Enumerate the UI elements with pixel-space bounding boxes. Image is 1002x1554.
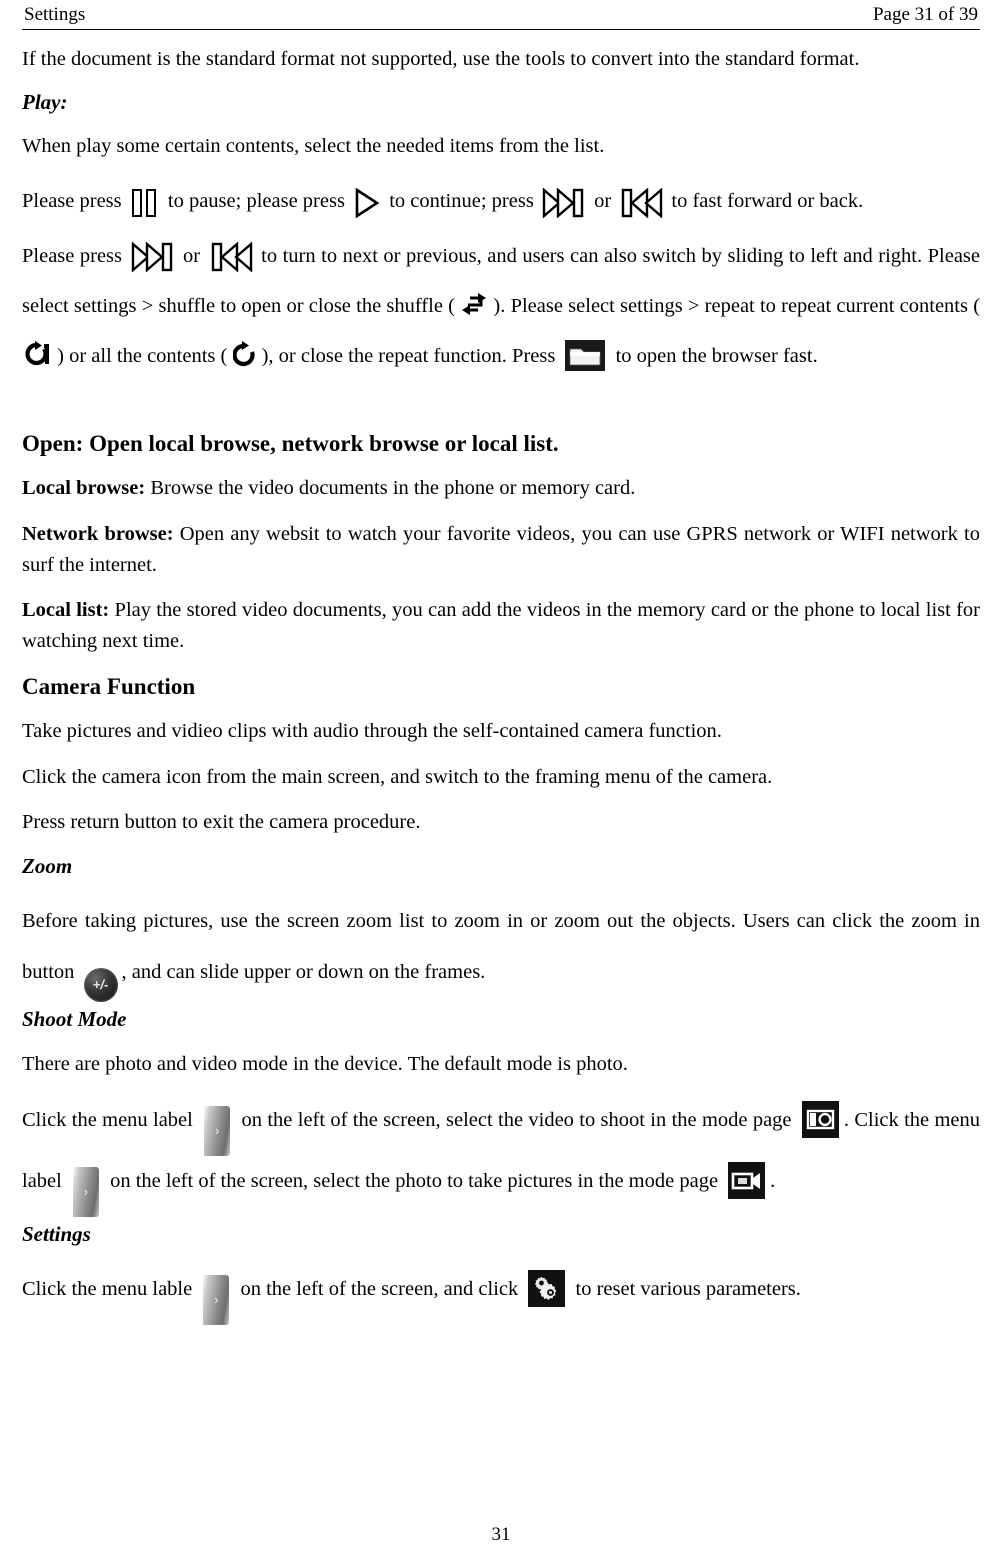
camera-icon — [801, 1100, 839, 1138]
network-browse-label: Network browse: — [22, 522, 174, 545]
menu-label-chevron-icon: › — [72, 1166, 99, 1217]
play-controls-text-1: Please press — [22, 190, 122, 213]
navigation-text-4: ). Please select settings > repeat to re… — [493, 294, 981, 317]
play-icon — [354, 187, 380, 218]
footer-page-number: 31 — [491, 1524, 511, 1545]
settings-text-2: on the left of the screen, and click — [240, 1277, 519, 1300]
navigation-text-1: Please press — [22, 244, 123, 267]
network-browse-paragraph: Network browse: Open any websit to watch… — [22, 519, 980, 581]
play-intro-paragraph: When play some certain contents, select … — [22, 134, 605, 157]
play-controls-text-5: to fast forward or back. — [671, 190, 864, 213]
pause-icon — [130, 188, 160, 217]
video-camera-icon — [728, 1161, 766, 1199]
play-controls-text-4: or — [594, 190, 612, 213]
settings-heading: Settings — [22, 1221, 91, 1246]
navigation-text-2: or — [183, 244, 201, 267]
folder-icon — [565, 340, 606, 371]
header-title: Settings — [24, 4, 86, 25]
local-list-text: Play the stored video documents, you can… — [22, 599, 980, 653]
shoot-mode-text-4: on the left of the screen, select the ph… — [110, 1169, 719, 1192]
shuffle-icon — [461, 292, 487, 316]
settings-text-3: to reset various parameters. — [575, 1277, 801, 1300]
shoot-mode-paragraph-2: Click the menu label › on the left of th… — [22, 1095, 980, 1217]
zoom-in-button-icon: +/- — [83, 967, 118, 1002]
page-header: Settings Page 31 of 39 — [22, 4, 980, 29]
open-heading: Open: Open local browse, network browse … — [22, 431, 559, 457]
local-list-label: Local list: — [22, 599, 110, 622]
camera-paragraph-3: Press return button to exit the camera p… — [22, 811, 421, 834]
play-controls-paragraph: Please press to pause; please press to c… — [22, 176, 980, 226]
repeat-one-icon — [23, 341, 51, 369]
local-list-paragraph: Local list: Play the stored video docume… — [22, 595, 980, 657]
shoot-mode-paragraph-1: There are photo and video mode in the de… — [22, 1052, 628, 1075]
rewind-icon — [209, 241, 253, 272]
settings-paragraph: Click the menu lable › on the left of th… — [22, 1264, 980, 1325]
zoom-text-2: , and can slide upper or down on the fra… — [121, 960, 486, 983]
fast-forward-icon — [131, 241, 175, 272]
intro-paragraph: If the document is the standard format n… — [22, 47, 860, 70]
repeat-all-icon — [233, 341, 256, 369]
camera-paragraph-2: Click the camera icon from the main scre… — [22, 765, 773, 788]
zoom-heading: Zoom — [22, 854, 73, 878]
local-browse-label: Local browse: — [22, 477, 146, 500]
zoom-paragraph: Before taking pictures, use the screen z… — [22, 896, 980, 1002]
camera-function-heading: Camera Function — [22, 673, 196, 699]
shoot-mode-heading: Shoot Mode — [22, 1006, 127, 1031]
navigation-text-6: ), or close the repeat function. Press — [261, 345, 556, 367]
navigation-paragraph: Please press or to turn to next or previ… — [22, 231, 980, 382]
play-heading: Play: — [22, 89, 68, 114]
gear-icon — [528, 1269, 566, 1307]
camera-paragraph-1: Take pictures and vidieo clips with audi… — [22, 719, 722, 742]
header-page-info: Page 31 of 39 — [872, 4, 978, 25]
menu-label-chevron-icon: › — [204, 1105, 231, 1156]
settings-text-1: Click the menu lable — [22, 1277, 193, 1300]
rewind-icon — [619, 187, 663, 218]
shoot-mode-text-2: on the left of the screen, select the vi… — [241, 1108, 792, 1131]
document-page: Settings Page 31 of 39 If the document i… — [0, 0, 1002, 1554]
shoot-mode-text-1: Click the menu label — [22, 1108, 193, 1131]
shoot-mode-text-5: . — [770, 1169, 776, 1192]
fast-forward-icon — [542, 187, 586, 218]
play-controls-text-3: to continue; press — [389, 190, 534, 213]
navigation-text-7: to open the browser fast. — [615, 345, 818, 367]
local-browse-paragraph: Local browse: Browse the video documents… — [22, 473, 980, 504]
menu-label-chevron-icon: › — [203, 1274, 230, 1325]
local-browse-text: Browse the video documents in the phone … — [145, 477, 636, 500]
header-divider — [22, 28, 980, 30]
navigation-text-5: ) or all the contents ( — [57, 345, 228, 367]
play-controls-text-2: to pause; please press — [167, 190, 345, 213]
